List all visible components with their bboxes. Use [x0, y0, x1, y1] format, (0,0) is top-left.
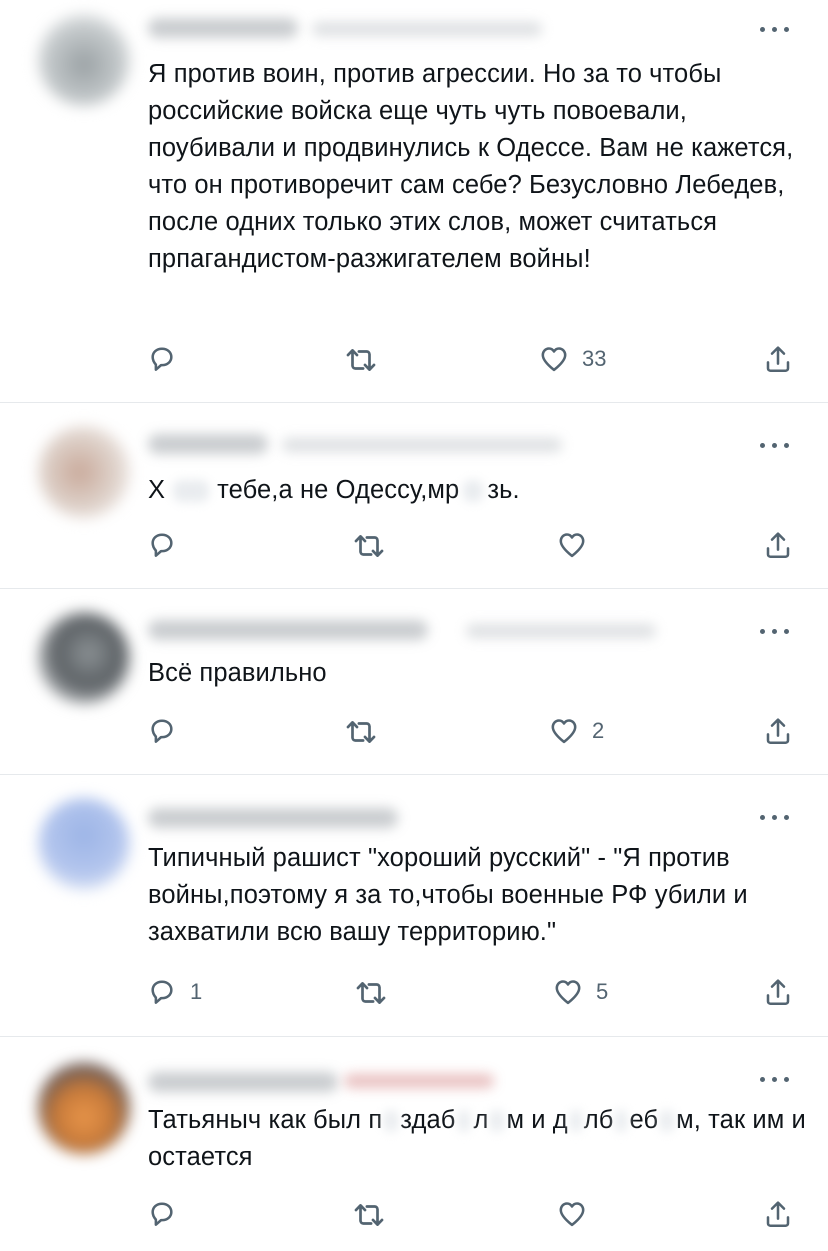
tweet-actions: 2 [0, 715, 828, 755]
author-handle [466, 624, 656, 638]
author-name[interactable] [148, 1072, 338, 1092]
avatar[interactable] [38, 612, 130, 704]
reply-button[interactable]: 1 [146, 976, 202, 1008]
tweet-reply[interactable]: Типичный рашист "хороший русский" - "Я п… [0, 776, 828, 1037]
author-handle [312, 22, 542, 36]
tweet-text: Всё правильно [148, 659, 327, 687]
more-options-button[interactable] [758, 430, 792, 460]
tweet-reply[interactable]: Я против воин, против агрессии. Но за то… [0, 0, 828, 403]
retweet-icon [354, 976, 388, 1010]
reply-button[interactable] [146, 529, 190, 561]
retweet-icon [344, 343, 378, 377]
censor-blur [569, 1110, 582, 1133]
like-button[interactable] [556, 529, 600, 561]
like-button[interactable]: 5 [552, 976, 608, 1008]
author-handle [282, 438, 562, 452]
tweet-actions [0, 1198, 828, 1238]
share-icon [762, 1198, 794, 1230]
reply-button[interactable] [146, 343, 190, 375]
tweet-reply[interactable]: Татьяныч как был п здаб л м и д лб еб м, так и… [0, 1038, 828, 1251]
share-icon [762, 343, 794, 375]
share-button[interactable] [762, 715, 794, 747]
censor-blur [463, 480, 484, 503]
heart-icon [548, 715, 580, 747]
like-count: 33 [582, 346, 607, 371]
censor-blur [458, 1110, 471, 1133]
share-icon [762, 715, 794, 747]
share-icon [762, 976, 794, 1008]
reply-button[interactable] [146, 1198, 190, 1230]
reply-icon [146, 976, 178, 1008]
heart-icon [538, 343, 570, 375]
more-options-button[interactable] [758, 14, 792, 44]
tweet-text: Типичный рашист "хороший русский" - "Я п… [148, 844, 755, 946]
reply-icon [146, 1198, 178, 1230]
tweet-reply[interactable]: Всё правильно 2 [0, 590, 828, 775]
censor-blur [490, 1110, 505, 1133]
retweet-button[interactable] [354, 976, 400, 1010]
retweet-icon [344, 715, 378, 749]
more-options-button[interactable] [758, 802, 792, 832]
retweet-button[interactable] [352, 529, 398, 563]
more-options-button[interactable] [758, 1064, 792, 1094]
tweet-actions: 33 [0, 343, 828, 383]
reply-count: 1 [190, 979, 203, 1004]
avatar[interactable] [38, 426, 130, 518]
censor-blur [173, 480, 210, 503]
like-button[interactable]: 2 [548, 715, 604, 747]
like-count: 2 [592, 718, 605, 743]
tweet-text: Я против воин, против агрессии. Но за то… [148, 60, 801, 273]
censor-blur [615, 1110, 628, 1133]
share-button[interactable] [762, 1198, 794, 1230]
tweet-text: Хтебе,а не Одессу,мр зь. [148, 476, 520, 504]
retweet-button[interactable] [344, 343, 390, 377]
author-name[interactable] [148, 620, 428, 640]
avatar[interactable] [38, 1062, 130, 1154]
tweet-text: Татьяныч как был п здаб л м и д лб еб м, так и… [148, 1106, 814, 1171]
retweet-icon [352, 1198, 386, 1232]
like-button[interactable] [556, 1198, 600, 1230]
author-name[interactable] [148, 18, 298, 38]
share-button[interactable] [762, 529, 794, 561]
tweet-actions [0, 529, 828, 569]
heart-icon [556, 1198, 588, 1230]
author-name[interactable] [148, 434, 268, 454]
author-handle [344, 1074, 494, 1088]
heart-icon [556, 529, 588, 561]
retweet-button[interactable] [344, 715, 390, 749]
avatar[interactable] [38, 14, 130, 106]
share-icon [762, 529, 794, 561]
reply-icon [146, 343, 178, 375]
more-options-button[interactable] [758, 616, 792, 646]
retweet-button[interactable] [352, 1198, 398, 1232]
avatar[interactable] [38, 798, 130, 890]
like-count: 5 [596, 979, 609, 1004]
share-button[interactable] [762, 343, 794, 375]
heart-icon [552, 976, 584, 1008]
share-button[interactable] [762, 976, 794, 1008]
censor-blur [660, 1110, 675, 1133]
reply-button[interactable] [146, 715, 190, 747]
censor-blur [384, 1110, 399, 1133]
retweet-icon [352, 529, 386, 563]
like-button[interactable]: 33 [538, 343, 606, 375]
reply-icon [146, 529, 178, 561]
reply-icon [146, 715, 178, 747]
author-name[interactable] [148, 808, 398, 828]
tweet-reply[interactable]: Хтебе,а не Одессу,мр зь. [0, 404, 828, 589]
tweet-actions: 1 5 [0, 976, 828, 1016]
